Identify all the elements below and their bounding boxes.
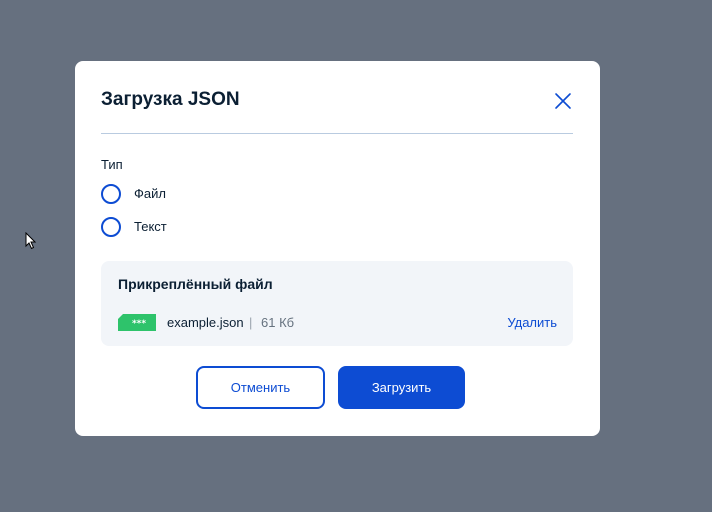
header-divider bbox=[101, 133, 573, 134]
attached-file-title: Прикреплённый файл bbox=[118, 276, 273, 292]
type-label: Тип bbox=[101, 157, 123, 172]
file-json-icon: *** bbox=[118, 314, 156, 331]
cancel-button[interactable]: Отменить bbox=[196, 366, 325, 409]
radio-label-file: Файл bbox=[134, 186, 166, 201]
file-size: 61 Кб bbox=[261, 315, 295, 330]
radio-button-text[interactable] bbox=[101, 217, 121, 237]
upload-json-dialog: Загрузка JSON Тип Файл Текст Прикреплённ… bbox=[75, 61, 600, 436]
radio-label-text: Текст bbox=[134, 219, 167, 234]
upload-button[interactable]: Загрузить bbox=[338, 366, 465, 409]
file-name: example.json bbox=[167, 315, 244, 330]
delete-file-link[interactable]: Удалить bbox=[507, 315, 557, 331]
dialog-title: Загрузка JSON bbox=[101, 89, 240, 110]
file-icon-text: *** bbox=[132, 319, 146, 329]
file-meta-separator: | bbox=[249, 315, 253, 330]
attached-file-panel: Прикреплённый файл *** example.json | 61… bbox=[101, 261, 573, 346]
mouse-cursor-icon bbox=[25, 232, 37, 250]
close-icon[interactable] bbox=[553, 91, 573, 111]
radio-button-file[interactable] bbox=[101, 184, 121, 204]
